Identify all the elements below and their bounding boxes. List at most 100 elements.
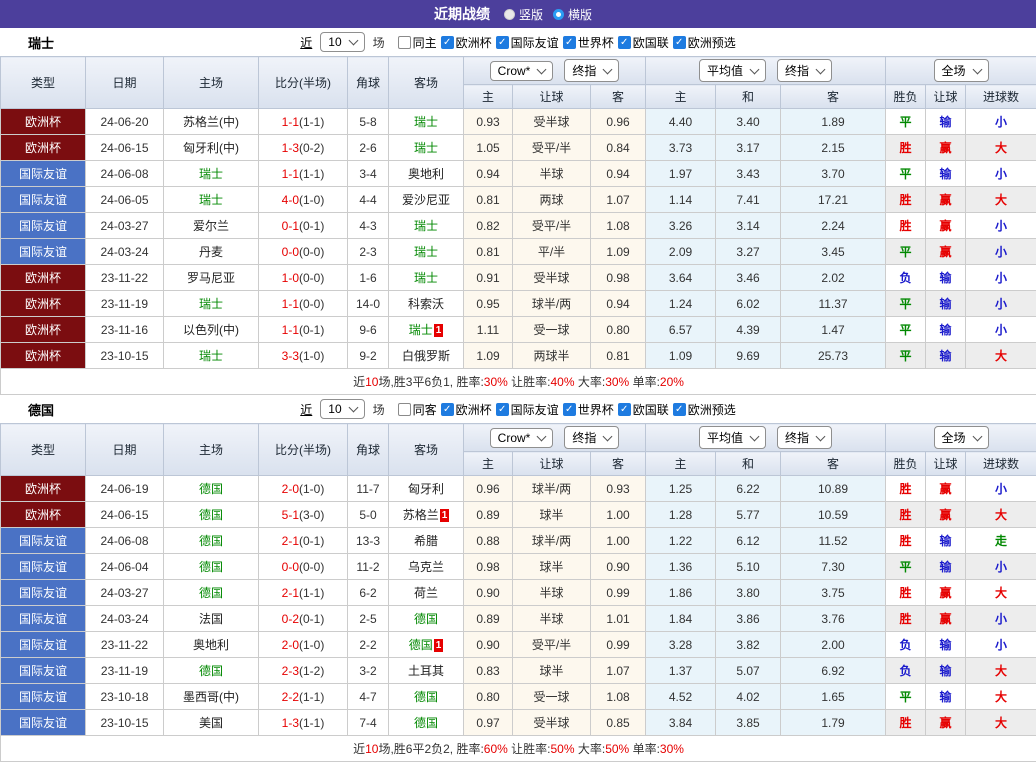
match-date: 23-11-19 xyxy=(86,291,164,317)
column-subheader: 让球 xyxy=(513,452,591,476)
radio-vertical-label[interactable]: 竖版 xyxy=(519,6,543,23)
avg-stage-select[interactable]: 终指 xyxy=(777,59,832,82)
league-checkbox[interactable]: ✓ xyxy=(496,36,509,49)
league-checkbox[interactable]: ✓ xyxy=(563,403,576,416)
league-badge: 国际友谊 xyxy=(1,580,86,606)
avg-draw-odds: 4.39 xyxy=(716,317,781,343)
away-team: 瑞士1 xyxy=(389,317,464,343)
result-goals: 小 xyxy=(966,265,1036,291)
scope-select[interactable]: 全场 xyxy=(934,59,989,82)
match-row: 国际友谊24-06-08瑞士1-1(1-1)3-4奥地利0.94半球0.941.… xyxy=(1,161,1036,187)
avg-draw-odds: 6.02 xyxy=(716,291,781,317)
radio-horizontal-label[interactable]: 横版 xyxy=(568,6,592,23)
avg-away-odds: 1.89 xyxy=(781,109,886,135)
crow-home-odds: 0.80 xyxy=(464,684,513,710)
away-team-label: 爱沙尼亚 xyxy=(402,193,450,207)
home-team: 以色列(中) xyxy=(164,317,259,343)
league-badge: 欧洲杯 xyxy=(1,265,86,291)
recent-matches-link[interactable]: 近 xyxy=(300,401,312,418)
league-checkbox[interactable]: ✓ xyxy=(618,403,631,416)
home-team-label: 奥地利 xyxy=(193,638,229,652)
result-handicap: 赢 xyxy=(926,213,966,239)
avg-away-odds: 10.59 xyxy=(781,502,886,528)
team-section: 德国近10场同客✓欧洲杯✓国际友谊✓世界杯✓欧国联✓欧洲预选类型日期主场比分(半… xyxy=(0,395,1036,762)
result-handicap: 输 xyxy=(926,317,966,343)
halftime-score: (0-2) xyxy=(299,141,324,155)
result-handicap: 输 xyxy=(926,528,966,554)
summary-row: 近10场,胜6平2负2, 胜率:60% 让胜率:50% 大率:50% 单率:30… xyxy=(1,736,1036,762)
summary-segment: 30% xyxy=(484,375,508,389)
odds-source-select-value: Crow* xyxy=(498,431,531,445)
result-goals: 大 xyxy=(966,710,1036,736)
result-outcome: 平 xyxy=(886,343,926,369)
home-team: 瑞士 xyxy=(164,161,259,187)
avg-stage-select[interactable]: 终指 xyxy=(777,426,832,449)
chevron-down-icon xyxy=(537,431,547,441)
match-count-select[interactable]: 10 xyxy=(320,32,364,52)
match-date: 23-11-16 xyxy=(86,317,164,343)
score: 0-0(0-0) xyxy=(259,239,348,265)
summary-segment: 10 xyxy=(365,375,378,389)
odds-stage-select[interactable]: 终指 xyxy=(564,59,619,82)
match-date: 23-10-15 xyxy=(86,710,164,736)
column-subheader: 和 xyxy=(716,85,781,109)
crow-away-odds: 1.00 xyxy=(591,502,646,528)
recent-matches-link[interactable]: 近 xyxy=(300,34,312,51)
same-venue-checkbox[interactable] xyxy=(398,403,411,416)
chevron-down-icon xyxy=(972,64,982,74)
match-count-select[interactable]: 10 xyxy=(320,399,364,419)
odds-source-select[interactable]: Crow* xyxy=(490,61,554,81)
column-header: 日期 xyxy=(86,57,164,109)
home-team-label: 德国 xyxy=(199,508,223,522)
chevron-down-icon xyxy=(603,64,613,74)
league-badge: 国际友谊 xyxy=(1,710,86,736)
corners: 2-2 xyxy=(348,632,389,658)
league-checkbox[interactable]: ✓ xyxy=(673,36,686,49)
column-subheader: 让球 xyxy=(926,452,966,476)
league-badge: 欧洲杯 xyxy=(1,135,86,161)
corners: 14-0 xyxy=(348,291,389,317)
avg-source-select[interactable]: 平均值 xyxy=(699,426,766,449)
odds-source-select[interactable]: Crow* xyxy=(490,428,554,448)
home-team: 德国 xyxy=(164,580,259,606)
avg-source-select[interactable]: 平均值 xyxy=(699,59,766,82)
result-outcome: 胜 xyxy=(886,187,926,213)
match-row: 欧洲杯23-10-15瑞士3-3(1-0)9-2白俄罗斯1.09两球半0.811… xyxy=(1,343,1036,369)
scope-select[interactable]: 全场 xyxy=(934,426,989,449)
handicap-line: 受半球 xyxy=(513,265,591,291)
result-outcome: 平 xyxy=(886,684,926,710)
column-subheader: 进球数 xyxy=(966,452,1036,476)
league-checkbox[interactable]: ✓ xyxy=(441,403,454,416)
home-team-label: 德国 xyxy=(199,586,223,600)
home-team: 德国 xyxy=(164,554,259,580)
crow-home-odds: 0.93 xyxy=(464,109,513,135)
crow-away-odds: 1.07 xyxy=(591,187,646,213)
same-venue-checkbox[interactable] xyxy=(398,36,411,49)
league-checkbox[interactable]: ✓ xyxy=(673,403,686,416)
avg-away-odds: 25.73 xyxy=(781,343,886,369)
crow-away-odds: 1.09 xyxy=(591,239,646,265)
away-team: 白俄罗斯 xyxy=(389,343,464,369)
result-outcome: 胜 xyxy=(886,528,926,554)
fulltime-score: 0-1 xyxy=(282,219,299,233)
column-subheader: 进球数 xyxy=(966,85,1036,109)
league-checkbox[interactable]: ✓ xyxy=(441,36,454,49)
top-header-bar: 近期战绩 竖版 横版 xyxy=(0,0,1036,28)
fulltime-score: 2-0 xyxy=(282,638,299,652)
score: 1-1(0-1) xyxy=(259,317,348,343)
avg-draw-odds: 3.80 xyxy=(716,580,781,606)
league-checkbox[interactable]: ✓ xyxy=(618,36,631,49)
avg-draw-odds: 3.40 xyxy=(716,109,781,135)
avg-draw-odds: 3.82 xyxy=(716,632,781,658)
corners: 9-2 xyxy=(348,343,389,369)
odds-stage-select[interactable]: 终指 xyxy=(564,426,619,449)
avg-draw-odds: 6.12 xyxy=(716,528,781,554)
radio-vertical-layout[interactable] xyxy=(504,9,515,20)
radio-horizontal-layout[interactable] xyxy=(553,9,564,20)
league-checkbox[interactable]: ✓ xyxy=(496,403,509,416)
page-title: 近期战绩 xyxy=(434,4,490,24)
home-team: 法国 xyxy=(164,606,259,632)
crow-away-odds: 0.84 xyxy=(591,135,646,161)
avg-home-odds: 1.36 xyxy=(646,554,716,580)
league-checkbox[interactable]: ✓ xyxy=(563,36,576,49)
